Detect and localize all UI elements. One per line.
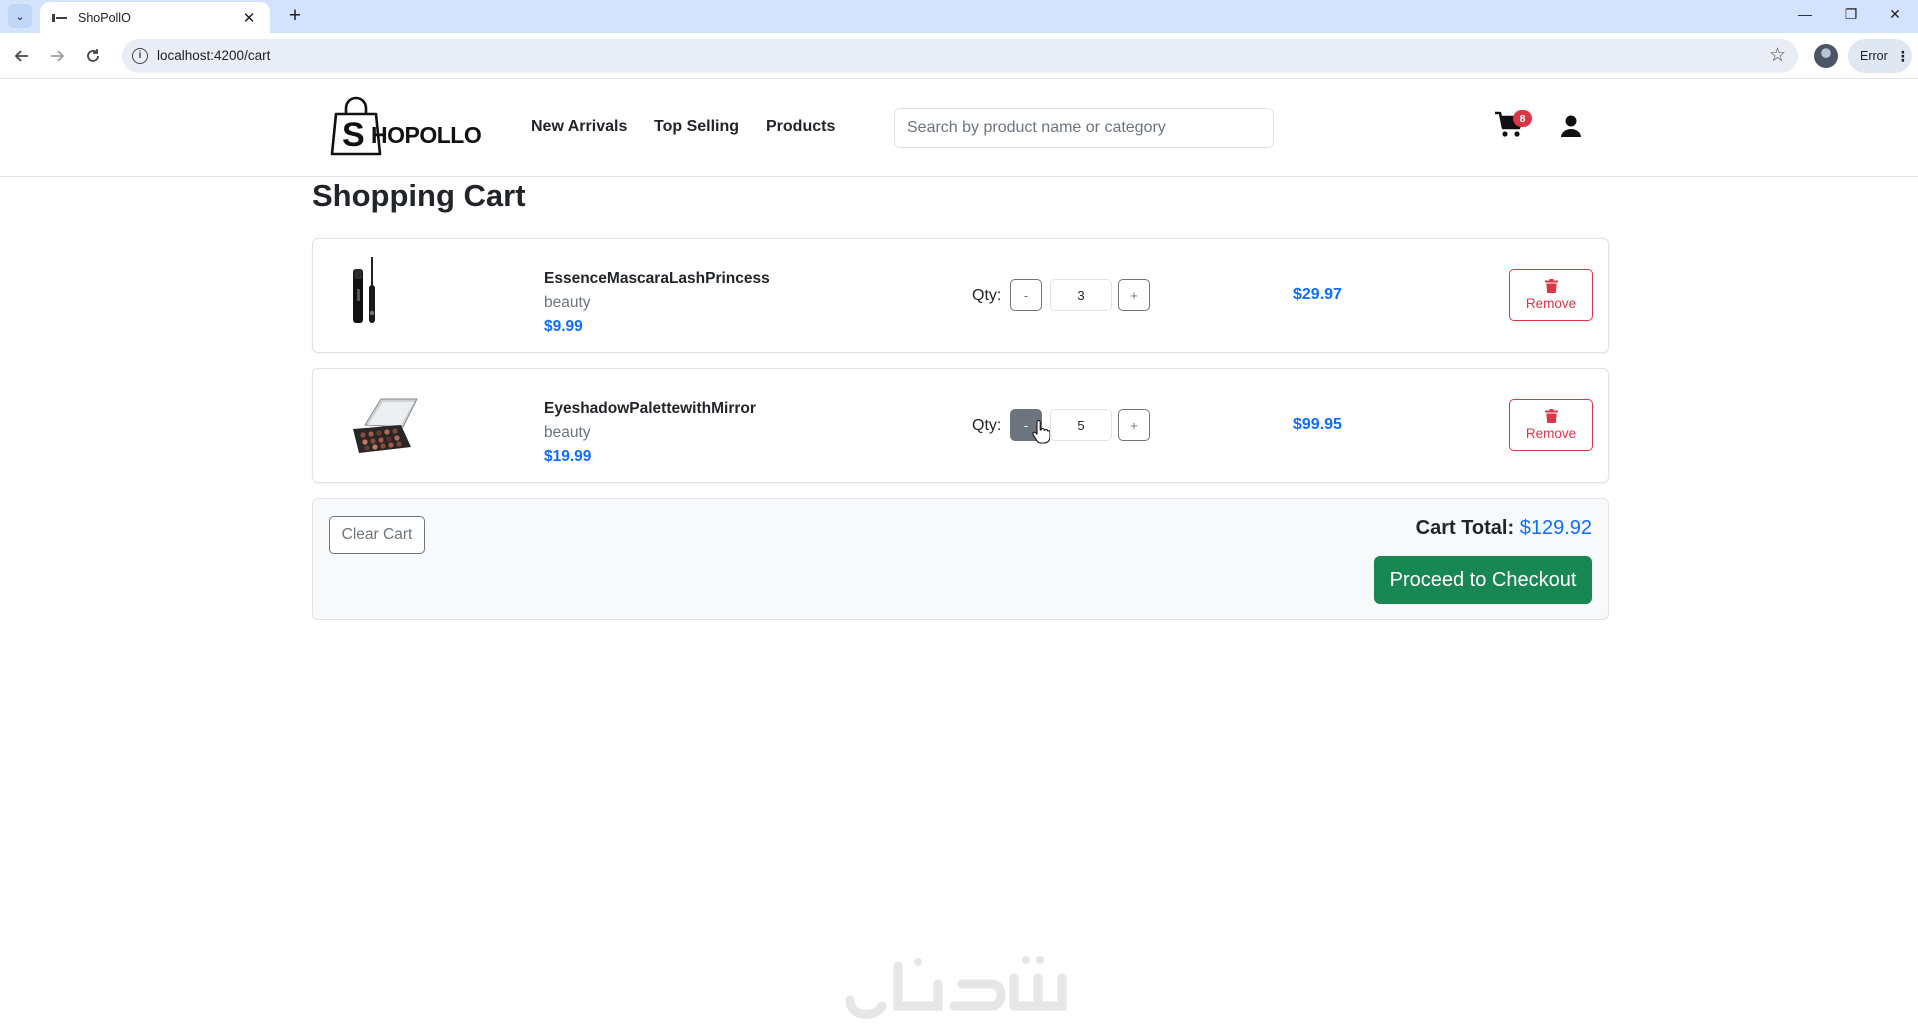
mascara-product-image: [333, 255, 433, 335]
remove-item-button[interactable]: Remove: [1509, 269, 1593, 321]
logo-letter: S: [342, 116, 365, 154]
window-minimize-button[interactable]: —: [1782, 0, 1828, 28]
hand-pointer-cursor-icon: [1032, 419, 1051, 444]
nav-top-selling[interactable]: Top Selling: [654, 118, 739, 136]
qty-input[interactable]: [1050, 409, 1112, 441]
address-url[interactable]: localhost:4200/cart: [157, 48, 270, 63]
shopollo-logo[interactable]: S HOPOLLO: [330, 96, 482, 156]
item-name: EyeshadowPalettewithMirror: [544, 400, 756, 417]
browser-toolbar: i localhost:4200/cart ☆ Error ⋮: [0, 33, 1918, 79]
window-close-button[interactable]: ✕: [1872, 0, 1918, 28]
page-title: Shopping Cart: [312, 178, 526, 213]
item-line-total: $99.95: [1293, 416, 1342, 433]
address-bar[interactable]: i localhost:4200/cart ☆: [122, 39, 1798, 73]
tab-list-chevron-icon[interactable]: ⌄: [8, 4, 32, 28]
item-name: EssenceMascaraLashPrincess: [544, 270, 770, 287]
back-arrow-icon[interactable]: [8, 42, 36, 70]
nav-new-arrivals[interactable]: New Arrivals: [531, 118, 627, 136]
qty-increase-button[interactable]: +: [1118, 279, 1150, 311]
remove-item-button[interactable]: Remove: [1509, 399, 1593, 451]
logo-text: HOPOLLO: [371, 122, 482, 148]
cart-total: Cart Total: $129.92: [1416, 517, 1592, 540]
user-account-icon[interactable]: [1559, 114, 1583, 138]
cart-summary: Clear Cart Cart Total: $129.92 Proceed t…: [312, 498, 1609, 620]
item-unit-price: $19.99: [544, 448, 592, 465]
browser-tab-active[interactable]: ShoPollO ✕: [40, 2, 270, 33]
bookmark-star-icon[interactable]: ☆: [1769, 44, 1786, 67]
nav-products[interactable]: Products: [766, 118, 835, 136]
qty-label: Qty:: [972, 287, 1002, 304]
qty-input[interactable]: [1050, 279, 1112, 311]
reload-icon[interactable]: [79, 42, 107, 70]
trash-icon: [1544, 279, 1558, 293]
browser-tab-strip: ⌄ ShoPollO ✕ + — ❐ ✕: [0, 0, 1918, 33]
new-tab-button[interactable]: +: [282, 3, 308, 29]
tab-title: ShoPollO: [78, 10, 131, 25]
cart-item: EyeshadowPalettewithMirror beauty $19.99…: [312, 368, 1609, 483]
error-chip-label: Error: [1860, 49, 1888, 63]
window-restore-button[interactable]: ❐: [1828, 0, 1874, 28]
item-unit-price: $9.99: [544, 318, 583, 335]
qty-increase-button[interactable]: +: [1118, 409, 1150, 441]
remove-label: Remove: [1525, 426, 1577, 441]
tab-favicon-icon: [52, 12, 68, 24]
item-category: beauty: [544, 424, 591, 441]
site-header: S HOPOLLO New Arrivals Top Selling Produ…: [0, 80, 1918, 177]
profile-error-chip[interactable]: Error ⋮: [1848, 39, 1912, 73]
more-vertical-icon[interactable]: ⋮: [1896, 48, 1910, 65]
remove-label: Remove: [1525, 296, 1577, 311]
forward-arrow-icon[interactable]: [43, 42, 71, 70]
proceed-to-checkout-button[interactable]: Proceed to Checkout: [1374, 556, 1592, 604]
watermark-logo: [842, 948, 1076, 1024]
cart-item: EssenceMascaraLashPrincess beauty $9.99 …: [312, 238, 1609, 353]
eyeshadow-palette-product-image: [333, 385, 433, 465]
profile-avatar[interactable]: [1814, 44, 1838, 68]
trash-icon: [1544, 409, 1558, 423]
cart-total-value: $129.92: [1519, 517, 1592, 539]
search-input[interactable]: [894, 108, 1274, 148]
qty-label: Qty:: [972, 417, 1002, 434]
site-info-icon[interactable]: i: [132, 48, 148, 64]
tab-close-icon[interactable]: ✕: [240, 9, 258, 27]
cart-total-label: Cart Total:: [1415, 517, 1515, 539]
item-category: beauty: [544, 294, 591, 311]
clear-cart-button[interactable]: Clear Cart: [329, 516, 425, 554]
cart-count-badge: 8: [1513, 110, 1532, 127]
qty-decrease-button[interactable]: -: [1010, 279, 1042, 311]
item-line-total: $29.97: [1293, 286, 1342, 303]
